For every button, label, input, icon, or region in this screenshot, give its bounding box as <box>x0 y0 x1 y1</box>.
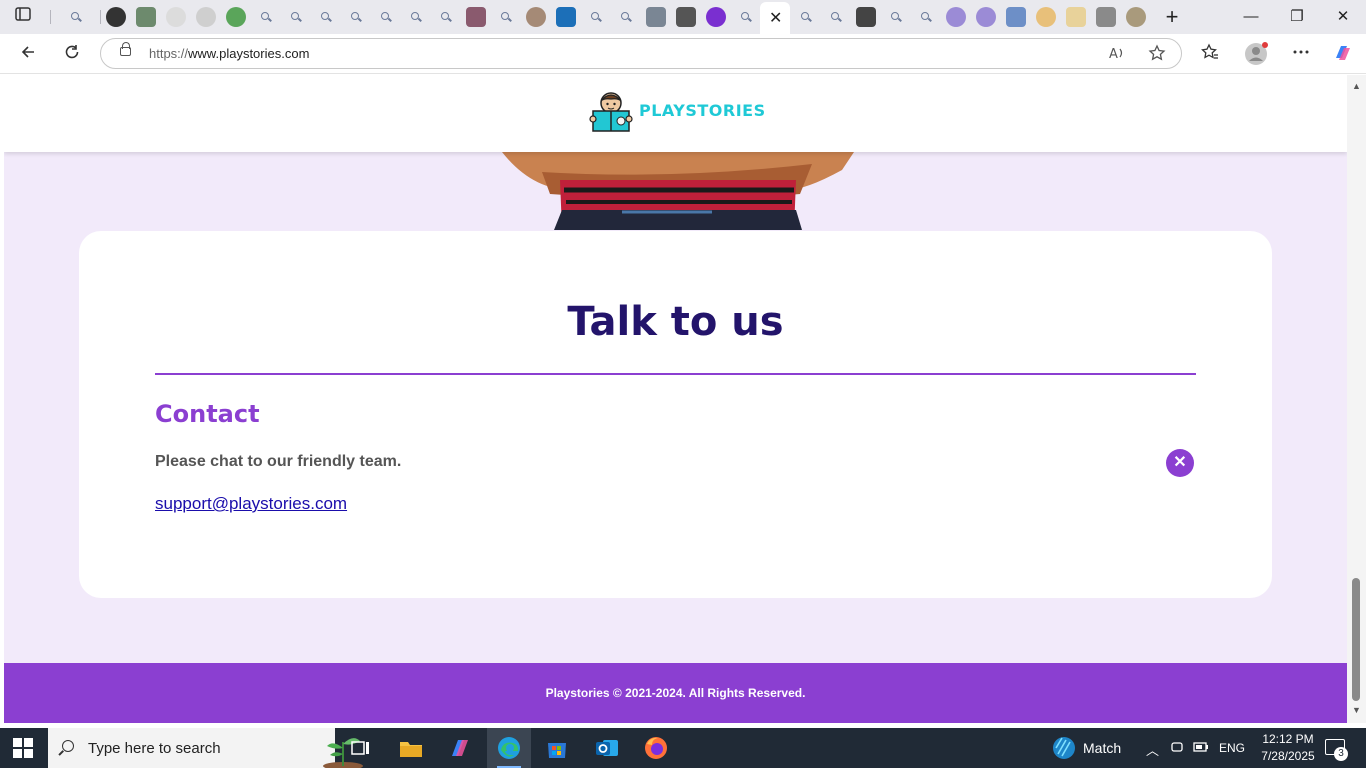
edge-browser-icon[interactable] <box>495 734 523 762</box>
favorites-icon[interactable] <box>1197 42 1223 68</box>
tab-xf-icon[interactable] <box>556 7 576 27</box>
file-explorer-icon[interactable] <box>397 734 425 762</box>
contact-heading: Contact <box>155 400 260 428</box>
playstories-logo-icon[interactable] <box>588 89 634 135</box>
tab-app-icon[interactable] <box>526 7 546 27</box>
tab-search-icon[interactable] <box>436 7 456 27</box>
scroll-thumb[interactable] <box>1352 578 1360 701</box>
outlook-icon[interactable] <box>593 734 621 762</box>
notification-count-badge: 3 <box>1334 747 1348 761</box>
edge-taskbar-active[interactable] <box>487 728 531 768</box>
tab-search-icon[interactable] <box>616 7 636 27</box>
contact-card: Talk to us Contact Please chat to our fr… <box>79 231 1272 598</box>
tab-search-icon[interactable] <box>586 7 606 27</box>
tab-search-icon[interactable] <box>406 7 426 27</box>
tab-app-icon[interactable] <box>1096 7 1116 27</box>
collapse-close-button[interactable]: ✕ <box>1166 449 1194 477</box>
tab-chart-icon[interactable] <box>136 7 156 27</box>
tab-bitcoin-icon[interactable] <box>1036 7 1056 27</box>
browser-toolbar: https://www.playstories.com A <box>0 34 1366 74</box>
tab-search-icon[interactable] <box>346 7 366 27</box>
title-divider <box>155 373 1196 375</box>
minimize-button[interactable]: — <box>1236 6 1266 28</box>
show-hidden-icons-icon[interactable]: ︿ <box>1146 740 1159 759</box>
read-aloud-icon[interactable]: A <box>1108 44 1126 66</box>
tab-app-icon[interactable] <box>706 7 726 27</box>
restore-button[interactable]: ❐ <box>1282 6 1312 28</box>
tab-search-icon[interactable] <box>796 7 816 27</box>
tab-openai-icon[interactable] <box>106 7 126 27</box>
site-footer: Playstories © 2021-2024. All Rights Rese… <box>4 663 1347 723</box>
tab-app-icon[interactable] <box>466 7 486 27</box>
tab-app-icon[interactable] <box>1126 7 1146 27</box>
support-email-link[interactable]: support@playstories.com <box>155 494 347 514</box>
profile-avatar[interactable] <box>1243 42 1269 68</box>
favorite-star-icon[interactable] <box>1148 44 1166 66</box>
tab-search-icon[interactable] <box>736 7 756 27</box>
tab-maps-icon[interactable] <box>226 7 246 27</box>
scroll-up-icon[interactable]: ▲ <box>1352 81 1361 91</box>
page-viewport: PLAYSTORIES Talk to us Contact Please ch… <box>4 75 1347 723</box>
contact-description: Please chat to our friendly team. <box>155 453 402 470</box>
search-icon <box>62 740 74 752</box>
start-windows-icon[interactable] <box>13 738 33 758</box>
lock-icon[interactable] <box>120 42 131 56</box>
refresh-button[interactable] <box>59 42 85 68</box>
tab-search-icon[interactable] <box>66 7 86 27</box>
tab-search-icon[interactable] <box>376 7 396 27</box>
back-button[interactable] <box>15 42 41 68</box>
tab-c-icon[interactable] <box>856 7 876 27</box>
tab-app-icon[interactable] <box>946 7 966 27</box>
tab-search-icon[interactable] <box>316 7 336 27</box>
scroll-down-icon[interactable]: ▼ <box>1352 705 1361 715</box>
tab-b-icon[interactable] <box>676 7 696 27</box>
input-language[interactable]: ENG <box>1219 741 1245 755</box>
site-header: PLAYSTORIES <box>4 75 1347 152</box>
tab-actions-icon[interactable] <box>10 4 36 30</box>
url-text[interactable]: https://www.playstories.com <box>149 46 309 61</box>
taskbar-search-box[interactable]: Type here to search <box>48 728 363 768</box>
taskbar-search-placeholder[interactable]: Type here to search <box>88 740 221 757</box>
tab-search-icon[interactable] <box>826 7 846 27</box>
close-window-button[interactable]: ✕ <box>1328 6 1358 28</box>
clock-time[interactable]: 12:12 PM <box>1258 732 1318 746</box>
active-tab[interactable]: ✕ <box>760 2 790 34</box>
battery-icon[interactable] <box>1193 740 1209 757</box>
tab-app-icon[interactable] <box>1006 7 1026 27</box>
hero-photo-image <box>502 152 854 230</box>
brand-name[interactable]: PLAYSTORIES <box>639 101 766 120</box>
weather-widget-text[interactable]: Match <box>1083 740 1121 756</box>
copilot-icon[interactable] <box>1330 42 1356 68</box>
page-title: Talk to us <box>567 299 784 345</box>
tab-b-icon[interactable] <box>196 7 216 27</box>
tab-strip: ✕ + — ❐ ✕ <box>0 0 1366 34</box>
address-bar[interactable]: https://www.playstories.com A <box>100 38 1182 69</box>
weather-widget-icon[interactable] <box>1050 734 1078 762</box>
firefox-icon[interactable] <box>642 734 670 762</box>
task-view-icon[interactable] <box>347 734 375 762</box>
tab-app-icon[interactable] <box>1066 7 1086 27</box>
microsoft-store-icon[interactable] <box>543 734 571 762</box>
page-scrollbar[interactable]: ▲ ▼ <box>1347 75 1366 723</box>
tab-notion-icon[interactable] <box>166 7 186 27</box>
tab-app-icon[interactable] <box>646 7 666 27</box>
svg-text:A: A <box>1109 47 1118 62</box>
tab-search-icon[interactable] <box>886 7 906 27</box>
windows-taskbar: Type here to search Match ︿ ENG 12:12 PM… <box>0 728 1366 768</box>
meet-now-icon[interactable] <box>1170 740 1184 757</box>
more-options-icon[interactable] <box>1288 42 1314 68</box>
tab-search-icon[interactable] <box>256 7 276 27</box>
tab-search-icon[interactable] <box>286 7 306 27</box>
tab-app-icon[interactable] <box>976 7 996 27</box>
tab-search-icon[interactable] <box>916 7 936 27</box>
copyright-text: Playstories © 2021-2024. All Rights Rese… <box>545 686 806 700</box>
tab-search-icon[interactable] <box>496 7 516 27</box>
new-tab-button[interactable]: + <box>1157 6 1187 28</box>
tab-close-icon[interactable]: ✕ <box>769 8 782 28</box>
copilot-app-icon[interactable] <box>446 734 474 762</box>
clock-date[interactable]: 7/28/2025 <box>1258 749 1318 763</box>
